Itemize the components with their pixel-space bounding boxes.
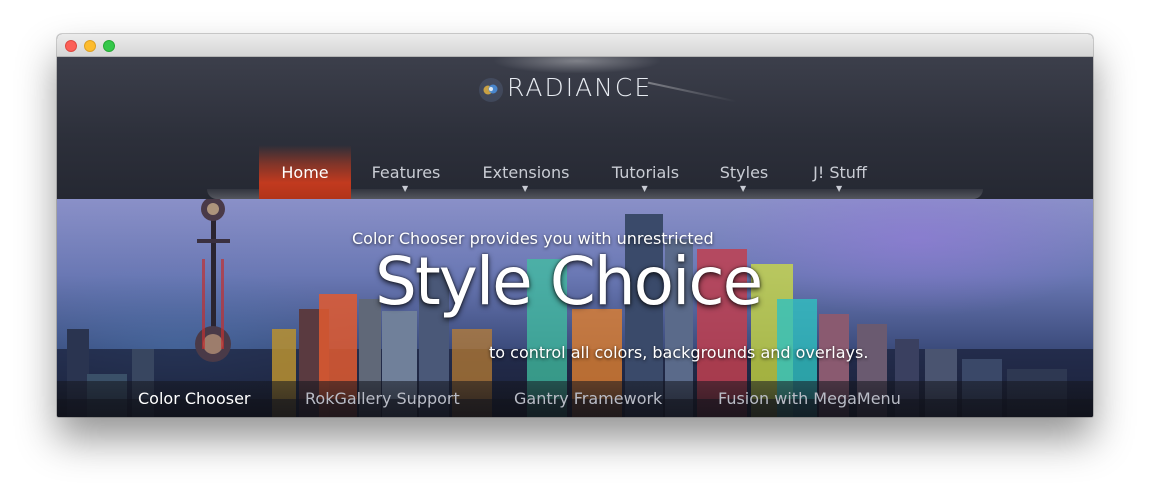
hero-banner: Color Chooser provides you with unrestri… [57, 199, 1093, 417]
nav-item-label: Home [281, 163, 329, 182]
nav-item-extensions[interactable]: Extensions ▼ [471, 145, 581, 199]
nav-item-label: J! Stuff [813, 163, 867, 182]
nav-item-styles[interactable]: Styles ▼ [709, 145, 779, 199]
tab-color-chooser[interactable]: Color Chooser [138, 381, 251, 417]
hero-subtitle: to control all colors, backgrounds and o… [489, 343, 869, 362]
dropdown-arrow-icon: ▼ [836, 184, 843, 193]
zoom-window-button[interactable] [103, 40, 115, 52]
browser-window: RADIANCE Home Features ▼ Extensions ▼ Tu… [57, 34, 1093, 417]
logo-flare-streak [647, 81, 737, 103]
dropdown-arrow-icon: ▼ [740, 184, 747, 193]
nav-item-features[interactable]: Features ▼ [356, 145, 456, 199]
nav-item-label: Extensions [482, 163, 570, 182]
nav-item-label: Styles [719, 163, 769, 182]
tab-fusion-megamenu[interactable]: Fusion with MegaMenu [718, 381, 901, 417]
nav-item-label: Tutorials [611, 163, 680, 182]
nav-item-home[interactable]: Home [259, 145, 351, 199]
nav-item-j-stuff[interactable]: J! Stuff ▼ [799, 145, 881, 199]
tab-rokgallery-support[interactable]: RokGallery Support [305, 381, 460, 417]
main-nav: Home Features ▼ Extensions ▼ Tutorials ▼… [57, 145, 1093, 199]
dropdown-arrow-icon: ▼ [641, 184, 648, 193]
site-logo[interactable]: RADIANCE [507, 73, 652, 102]
dropdown-arrow-icon: ▼ [402, 184, 409, 193]
lens-flare-icon [479, 78, 503, 102]
tab-gantry-framework[interactable]: Gantry Framework [514, 381, 662, 417]
minimize-window-button[interactable] [84, 40, 96, 52]
hero-title: Style Choice [375, 243, 763, 320]
site-header: RADIANCE Home Features ▼ Extensions ▼ Tu… [57, 57, 1093, 199]
window-titlebar [57, 34, 1093, 57]
nav-item-label: Features [371, 163, 441, 182]
nav-item-tutorials[interactable]: Tutorials ▼ [598, 145, 693, 199]
feature-tabs: Color Chooser RokGallery Support Gantry … [57, 381, 1093, 417]
dropdown-arrow-icon: ▼ [522, 184, 529, 193]
close-window-button[interactable] [65, 40, 77, 52]
